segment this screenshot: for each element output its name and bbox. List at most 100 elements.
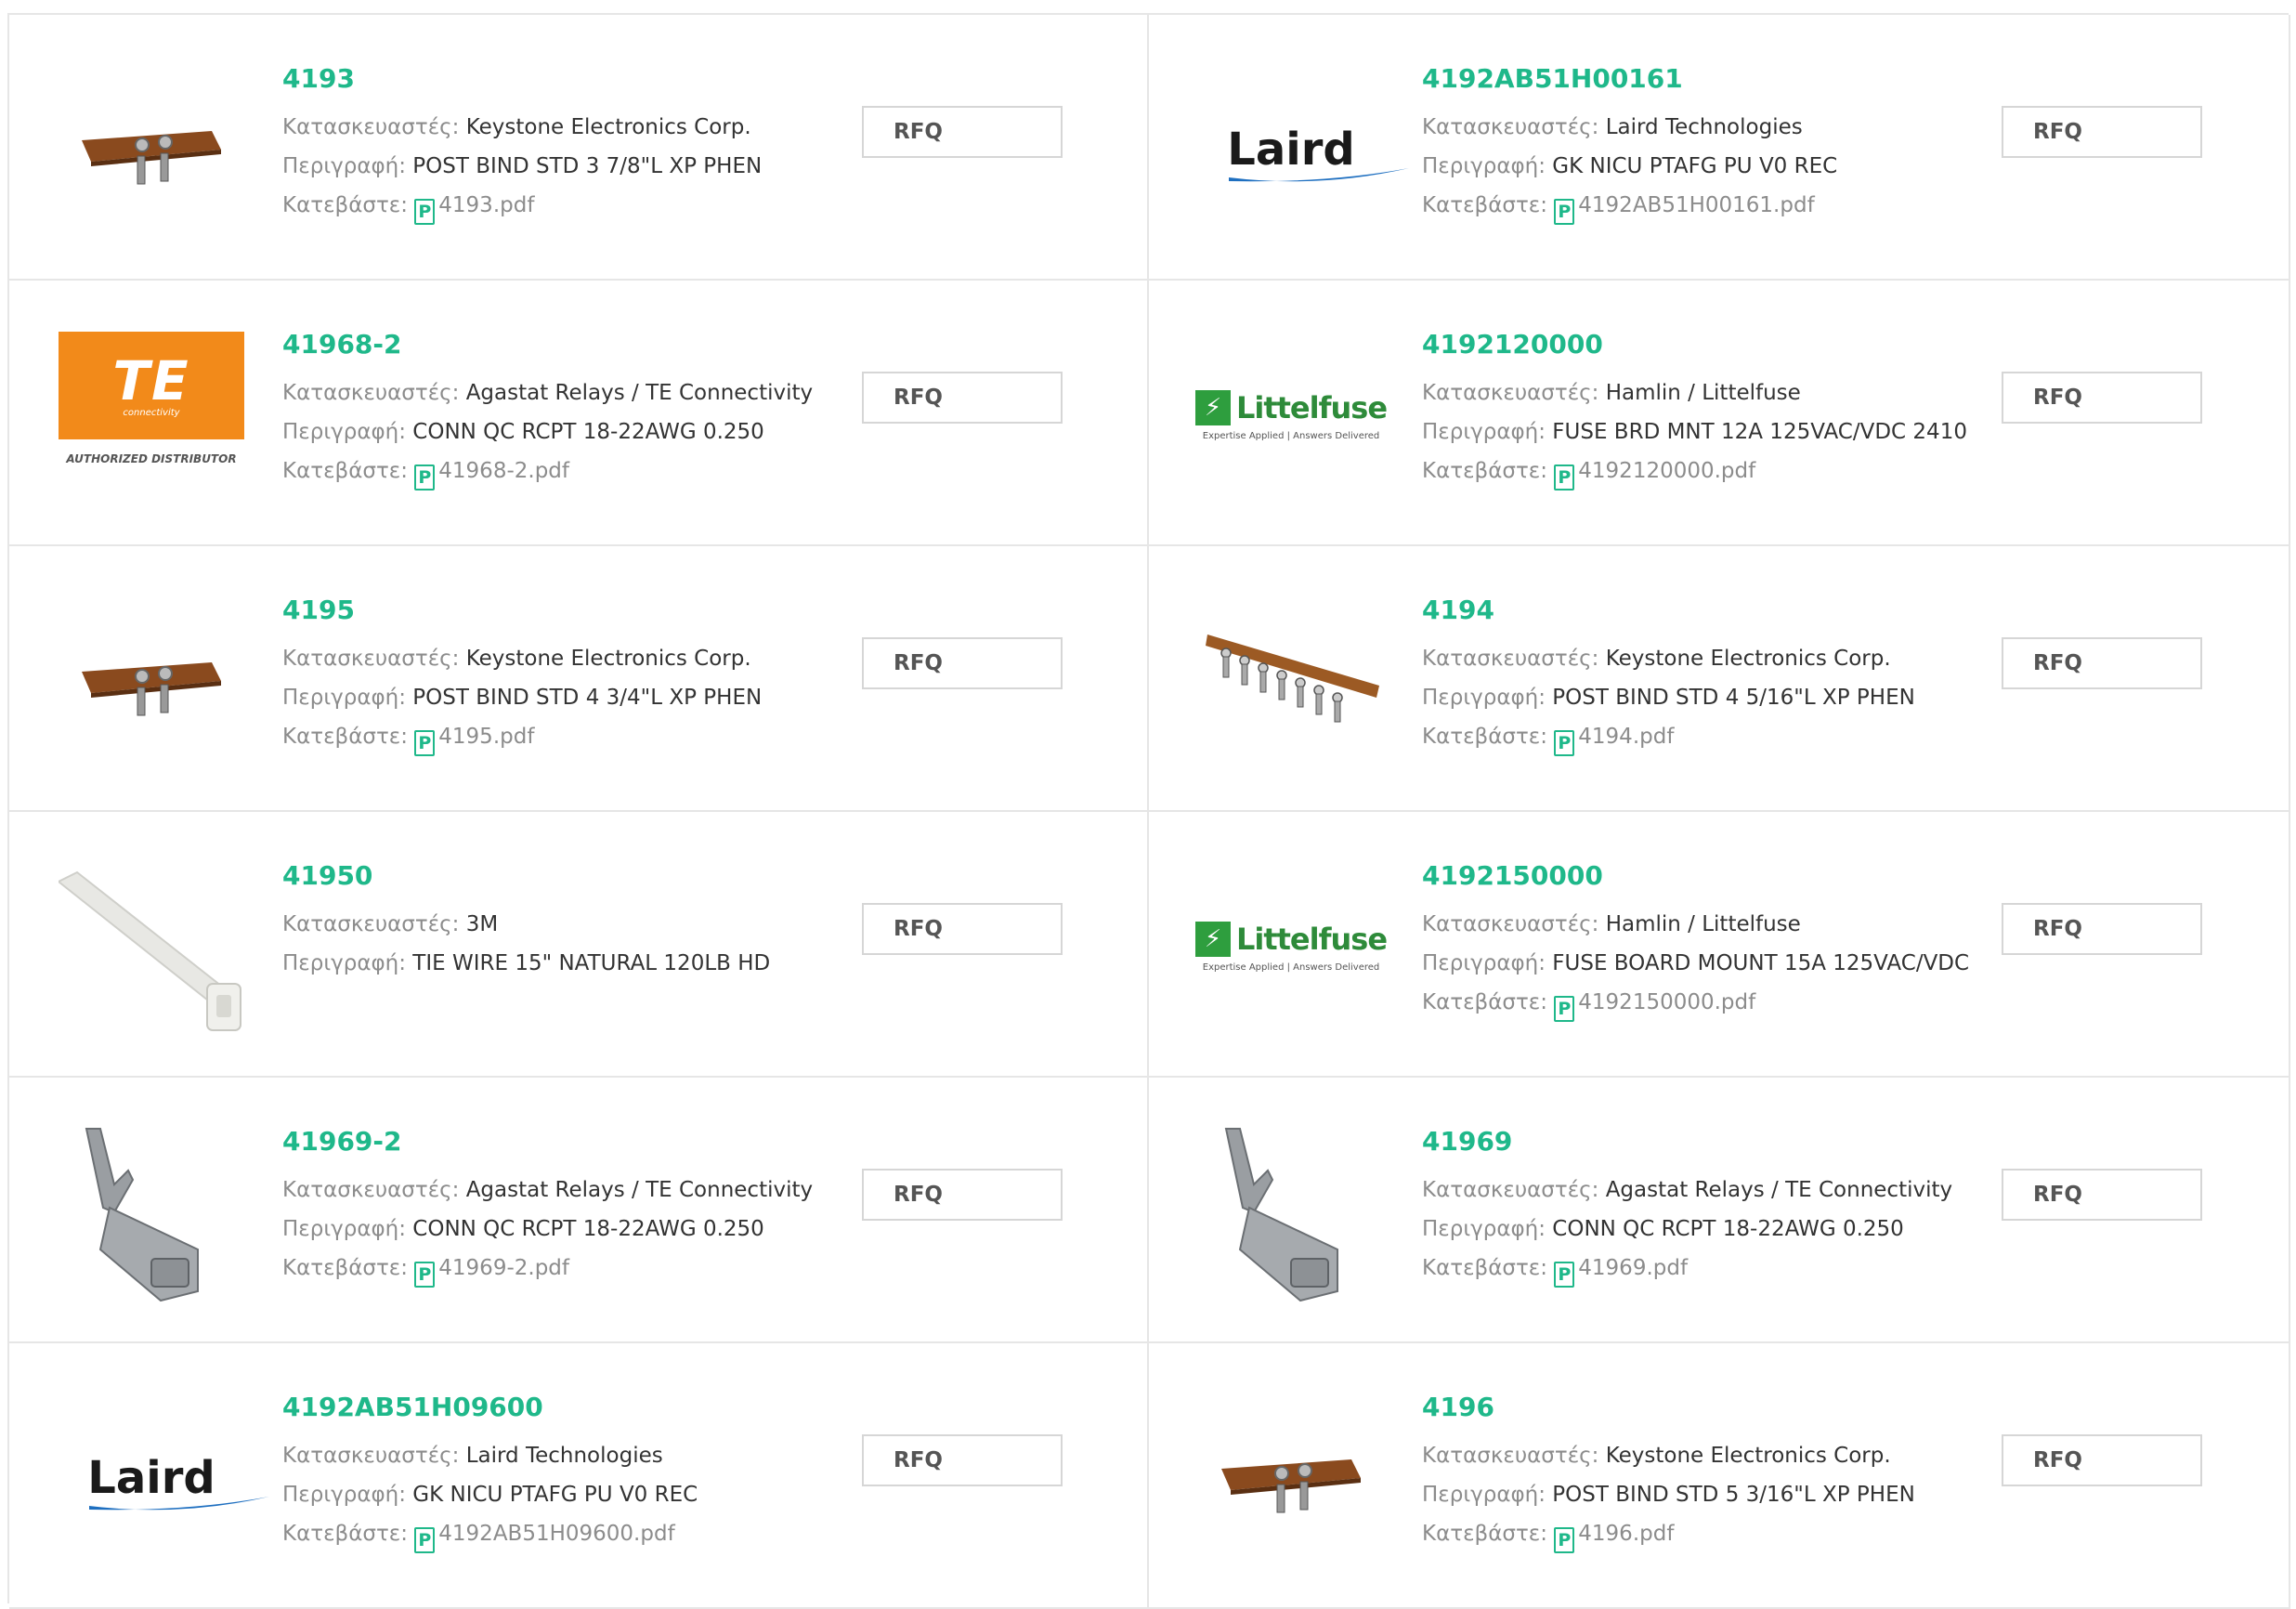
pdf-icon: P xyxy=(1554,730,1575,756)
part-number-link[interactable]: 4192AB51H00161 xyxy=(1422,63,2007,100)
product-image[interactable] xyxy=(1197,587,1385,775)
pdf-icon: P xyxy=(414,199,436,225)
manufacturer-row: Κατασκευαστές: Agastat Relays / TE Conne… xyxy=(282,373,868,412)
download-row: Κατεβάστε: P 4194.pdf xyxy=(1422,717,2007,756)
download-row: Κατεβάστε: P 4196.pdf xyxy=(1422,1514,2007,1553)
manufacturer-row: Κατασκευαστές: Keystone Electronics Corp… xyxy=(1422,1436,2007,1475)
datasheet-pdf-link[interactable]: P 4196.pdf xyxy=(1554,1522,1675,1553)
manufacturer-row: Κατασκευαστές: Keystone Electronics Corp… xyxy=(1422,639,2007,678)
download-label: Κατεβάστε: xyxy=(1422,1522,1547,1546)
manufacturer-label: Κατασκευαστές: xyxy=(282,647,460,671)
download-label: Κατεβάστε: xyxy=(282,1256,408,1280)
download-row: Κατεβάστε: P 4195.pdf xyxy=(282,717,868,756)
datasheet-pdf-link[interactable]: P 4192150000.pdf xyxy=(1554,990,1756,1022)
te-logo-text: TE xyxy=(112,348,190,412)
part-number-link[interactable]: 41950 xyxy=(282,860,868,897)
description-row: Περιγραφή: CONN QC RCPT 18-22AWG 0.250 xyxy=(282,412,868,451)
description-value: GK NICU PTAFG PU V0 REC xyxy=(1552,154,1838,178)
product-info: 4192120000 Κατασκευαστές: Hamlin / Litte… xyxy=(1422,329,2007,491)
pdf-filename: 41969.pdf xyxy=(1578,1256,1689,1280)
manufacturer-label: Κατασκευαστές: xyxy=(282,1444,460,1468)
datasheet-pdf-link[interactable]: P 4192120000.pdf xyxy=(1554,459,1755,491)
part-number-link[interactable]: 4196 xyxy=(1422,1392,2007,1429)
description-label: Περιγραφή: xyxy=(282,420,406,444)
product-info: 41969 Κατασκευαστές: Agastat Relays / TE… xyxy=(1422,1126,2007,1288)
description-value: CONN QC RCPT 18-22AWG 0.250 xyxy=(412,1217,764,1241)
part-number-link[interactable]: 4192120000 xyxy=(1422,329,2007,366)
manufacturer-value: Agastat Relays / TE Connectivity xyxy=(1605,1178,1953,1202)
download-label: Κατεβάστε: xyxy=(1422,193,1547,217)
manufacturer-label: Κατασκευαστές: xyxy=(1422,647,1599,671)
download-label: Κατεβάστε: xyxy=(1422,459,1547,483)
pdf-filename: 4196.pdf xyxy=(1578,1522,1675,1546)
manufacturer-label: Κατασκευαστές: xyxy=(282,115,460,139)
product-image[interactable] xyxy=(1197,1118,1385,1306)
part-number-link[interactable]: 41969-2 xyxy=(282,1126,868,1163)
description-row: Περιγραφή: CONN QC RCPT 18-22AWG 0.250 xyxy=(282,1210,868,1249)
part-number-link[interactable]: 41969 xyxy=(1422,1126,2007,1163)
datasheet-pdf-link[interactable]: P 41969-2.pdf xyxy=(414,1256,569,1288)
rfq-button[interactable]: RFQ xyxy=(2002,1169,2202,1221)
description-row: Περιγραφή: POST BIND STD 3 7/8"L XP PHEN xyxy=(282,147,868,186)
download-row: Κατεβάστε: P 4192150000.pdf xyxy=(1422,983,2007,1022)
download-row: Κατεβάστε: P 4192120000.pdf xyxy=(1422,451,2007,491)
datasheet-pdf-link[interactable]: P 41968-2.pdf xyxy=(414,459,569,491)
product-info: 4192AB51H00161 Κατασκευαστές: Laird Tech… xyxy=(1422,63,2007,225)
manufacturer-value: Keystone Electronics Corp. xyxy=(465,115,751,139)
rfq-button[interactable]: RFQ xyxy=(2002,903,2202,955)
datasheet-pdf-link[interactable]: P 4194.pdf xyxy=(1554,725,1674,756)
pdf-filename: 4192150000.pdf xyxy=(1578,990,1756,1014)
part-number-link[interactable]: 4192AB51H09600 xyxy=(282,1392,868,1429)
manufacturer-row: Κατασκευαστές: Hamlin / Littelfuse xyxy=(1422,373,2007,412)
part-number-link[interactable]: 41968-2 xyxy=(282,329,868,366)
product-image[interactable]: ⚡ Littelfuse Expertise Applied | Answers… xyxy=(1194,853,1388,1040)
rfq-button[interactable]: RFQ xyxy=(2002,372,2202,424)
rfq-button[interactable]: RFQ xyxy=(2002,637,2202,689)
download-label: Κατεβάστε: xyxy=(1422,990,1547,1014)
part-number-link[interactable]: 4194 xyxy=(1422,595,2007,632)
littelfuse-tagline: Expertise Applied | Answers Delivered xyxy=(1202,961,1380,973)
part-number-link[interactable]: 4193 xyxy=(282,63,868,100)
manufacturer-value: Laird Technologies xyxy=(465,1444,663,1468)
datasheet-pdf-link[interactable]: P 4192AB51H09600.pdf xyxy=(414,1522,675,1553)
download-row: Κατεβάστε: P 41969.pdf xyxy=(1422,1249,2007,1288)
product-image[interactable]: TE connectivity AUTHORIZED DISTRIBUTOR xyxy=(58,321,245,509)
description-label: Περιγραφή: xyxy=(1422,1217,1546,1241)
part-number-link[interactable]: 4195 xyxy=(282,595,868,632)
description-label: Περιγραφή: xyxy=(1422,951,1546,975)
description-label: Περιγραφή: xyxy=(282,686,406,710)
description-value: CONN QC RCPT 18-22AWG 0.250 xyxy=(1552,1217,1904,1241)
rfq-button[interactable]: RFQ xyxy=(862,106,1063,158)
description-label: Περιγραφή: xyxy=(1422,420,1546,444)
product-image[interactable] xyxy=(58,1118,245,1306)
manufacturer-label: Κατασκευαστές: xyxy=(1422,912,1599,936)
manufacturer-value: Keystone Electronics Corp. xyxy=(465,647,751,671)
rfq-button[interactable]: RFQ xyxy=(862,372,1063,424)
product-info: 41968-2 Κατασκευαστές: Agastat Relays / … xyxy=(282,329,868,491)
product-image[interactable] xyxy=(58,56,245,243)
description-row: Περιγραφή: CONN QC RCPT 18-22AWG 0.250 xyxy=(1422,1210,2007,1249)
datasheet-pdf-link[interactable]: P 41969.pdf xyxy=(1554,1256,1689,1288)
product-card: 41969 Κατασκευαστές: Agastat Relays / TE… xyxy=(1149,1078,2290,1343)
rfq-button[interactable]: RFQ xyxy=(862,637,1063,689)
rfq-button[interactable]: RFQ xyxy=(862,1434,1063,1486)
product-image[interactable]: Laird xyxy=(58,1384,270,1572)
description-row: Περιγραφή: POST BIND STD 5 3/16"L XP PHE… xyxy=(1422,1475,2007,1514)
datasheet-pdf-link[interactable]: P 4193.pdf xyxy=(414,193,534,225)
product-image[interactable]: ⚡ Littelfuse Expertise Applied | Answers… xyxy=(1194,321,1388,509)
product-image[interactable]: Laird xyxy=(1197,56,1410,243)
product-image[interactable] xyxy=(58,587,245,775)
rfq-button[interactable]: RFQ xyxy=(862,903,1063,955)
product-image[interactable] xyxy=(1197,1384,1385,1572)
description-row: Περιγραφή: POST BIND STD 4 5/16"L XP PHE… xyxy=(1422,678,2007,717)
manufacturer-row: Κατασκευαστές: Hamlin / Littelfuse xyxy=(1422,905,2007,944)
rfq-button[interactable]: RFQ xyxy=(2002,1434,2202,1486)
littelfuse-logo: ⚡ Littelfuse Expertise Applied | Answers… xyxy=(1194,921,1388,973)
product-image[interactable] xyxy=(58,853,245,1040)
datasheet-pdf-link[interactable]: P 4195.pdf xyxy=(414,725,534,756)
part-number-link[interactable]: 4192150000 xyxy=(1422,860,2007,897)
rfq-button[interactable]: RFQ xyxy=(862,1169,1063,1221)
description-label: Περιγραφή: xyxy=(282,1217,406,1241)
rfq-button[interactable]: RFQ xyxy=(2002,106,2202,158)
datasheet-pdf-link[interactable]: P 4192AB51H00161.pdf xyxy=(1554,193,1815,225)
